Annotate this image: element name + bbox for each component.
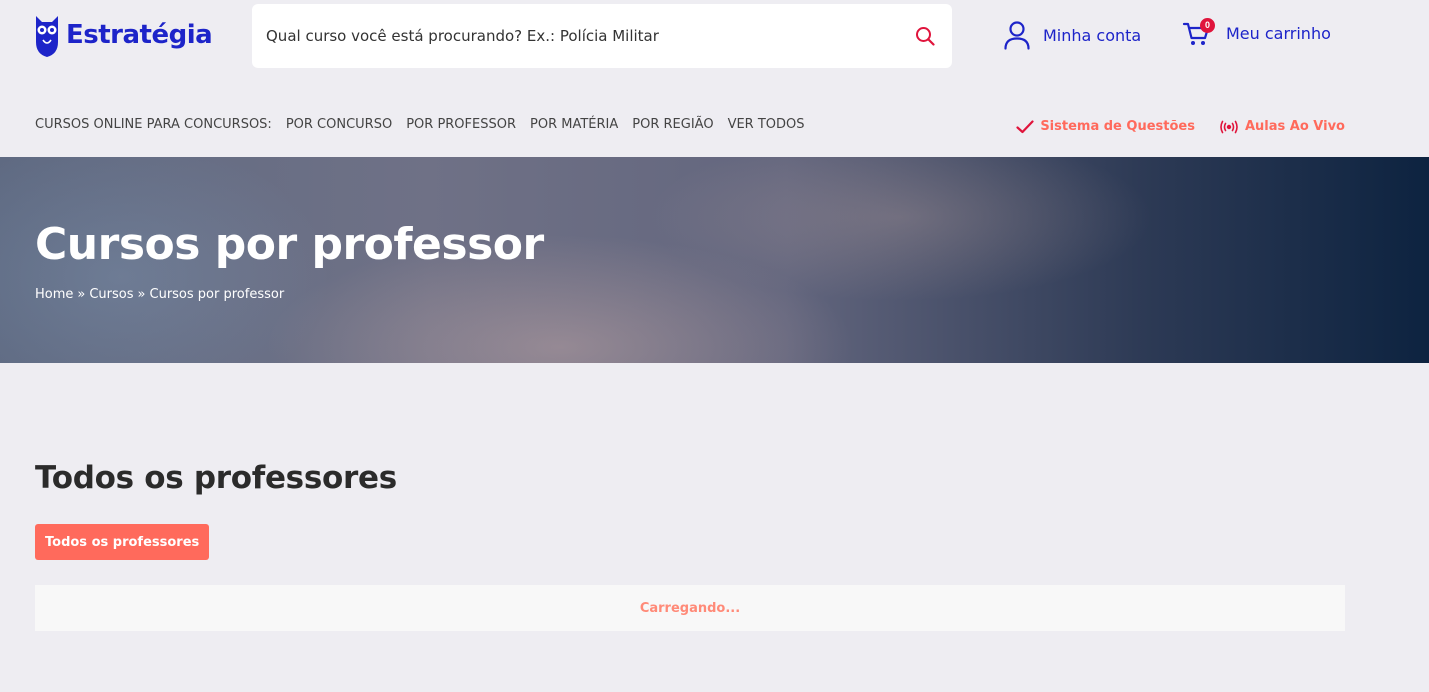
professor-list-loading: Carregando... [35,585,1345,631]
nav-item-por-regiao[interactable]: POR REGIÃO [632,117,713,132]
questoes-link[interactable]: Sistema de Questões [1016,119,1195,134]
cart-link[interactable]: 0 Meu carrinho [1182,18,1331,48]
loading-text: Carregando... [639,600,741,616]
site-header: Estratégia Minha conta 0 Meu carrinho [0,0,1429,88]
aulas-ao-vivo-link[interactable]: Aulas Ao Vivo [1219,119,1345,134]
cart-label: Meu carrinho [1226,23,1331,43]
breadcrumb-separator: » [77,287,86,302]
nav-item-por-professor[interactable]: POR PROFESSOR [406,117,516,132]
check-icon [1016,119,1034,133]
breadcrumb-current: Cursos por professor [149,287,285,302]
nav-prefix: CURSOS ONLINE PARA CONCURSOS: [35,117,272,132]
nav-item-por-concurso[interactable]: POR CONCURSO [286,117,392,132]
account-label: Minha conta [1043,25,1142,45]
logo-text: Estratégia [66,20,213,50]
section-title: Todos os professores [35,460,397,496]
page-title: Cursos por professor [35,219,544,270]
cart-count-badge: 0 [1200,18,1215,33]
breadcrumb-home[interactable]: Home [35,287,73,302]
account-link[interactable]: Minha conta [1003,20,1141,50]
aulas-label: Aulas Ao Vivo [1244,119,1345,134]
search-icon [916,27,935,46]
search-input[interactable] [266,27,912,45]
breadcrumb-cursos[interactable]: Cursos [89,287,133,302]
logo-link[interactable]: Estratégia [34,12,213,58]
nav-item-ver-todos[interactable]: VER TODOS [728,117,805,132]
breadcrumb-separator: » [137,287,146,302]
search-button[interactable] [912,23,938,49]
breadcrumb: Home » Cursos » Cursos por professor [35,287,284,302]
user-icon [1004,21,1030,50]
course-nav: CURSOS ONLINE PARA CONCURSOS: POR CONCUR… [35,117,805,132]
cart-icon-wrap: 0 [1182,18,1215,48]
questoes-label: Sistema de Questões [1040,119,1195,134]
broadcast-icon [1220,120,1238,133]
quick-links: Sistema de Questões Aulas Ao Vivo [1016,119,1345,134]
filter-all-professors-button[interactable]: Todos os professores [35,524,210,560]
nav-item-por-materia[interactable]: POR MATÉRIA [530,117,618,132]
search-bar [252,4,952,68]
hero-banner: Cursos por professor Home » Cursos » Cur… [0,157,1429,363]
owl-logo-icon [36,16,58,57]
